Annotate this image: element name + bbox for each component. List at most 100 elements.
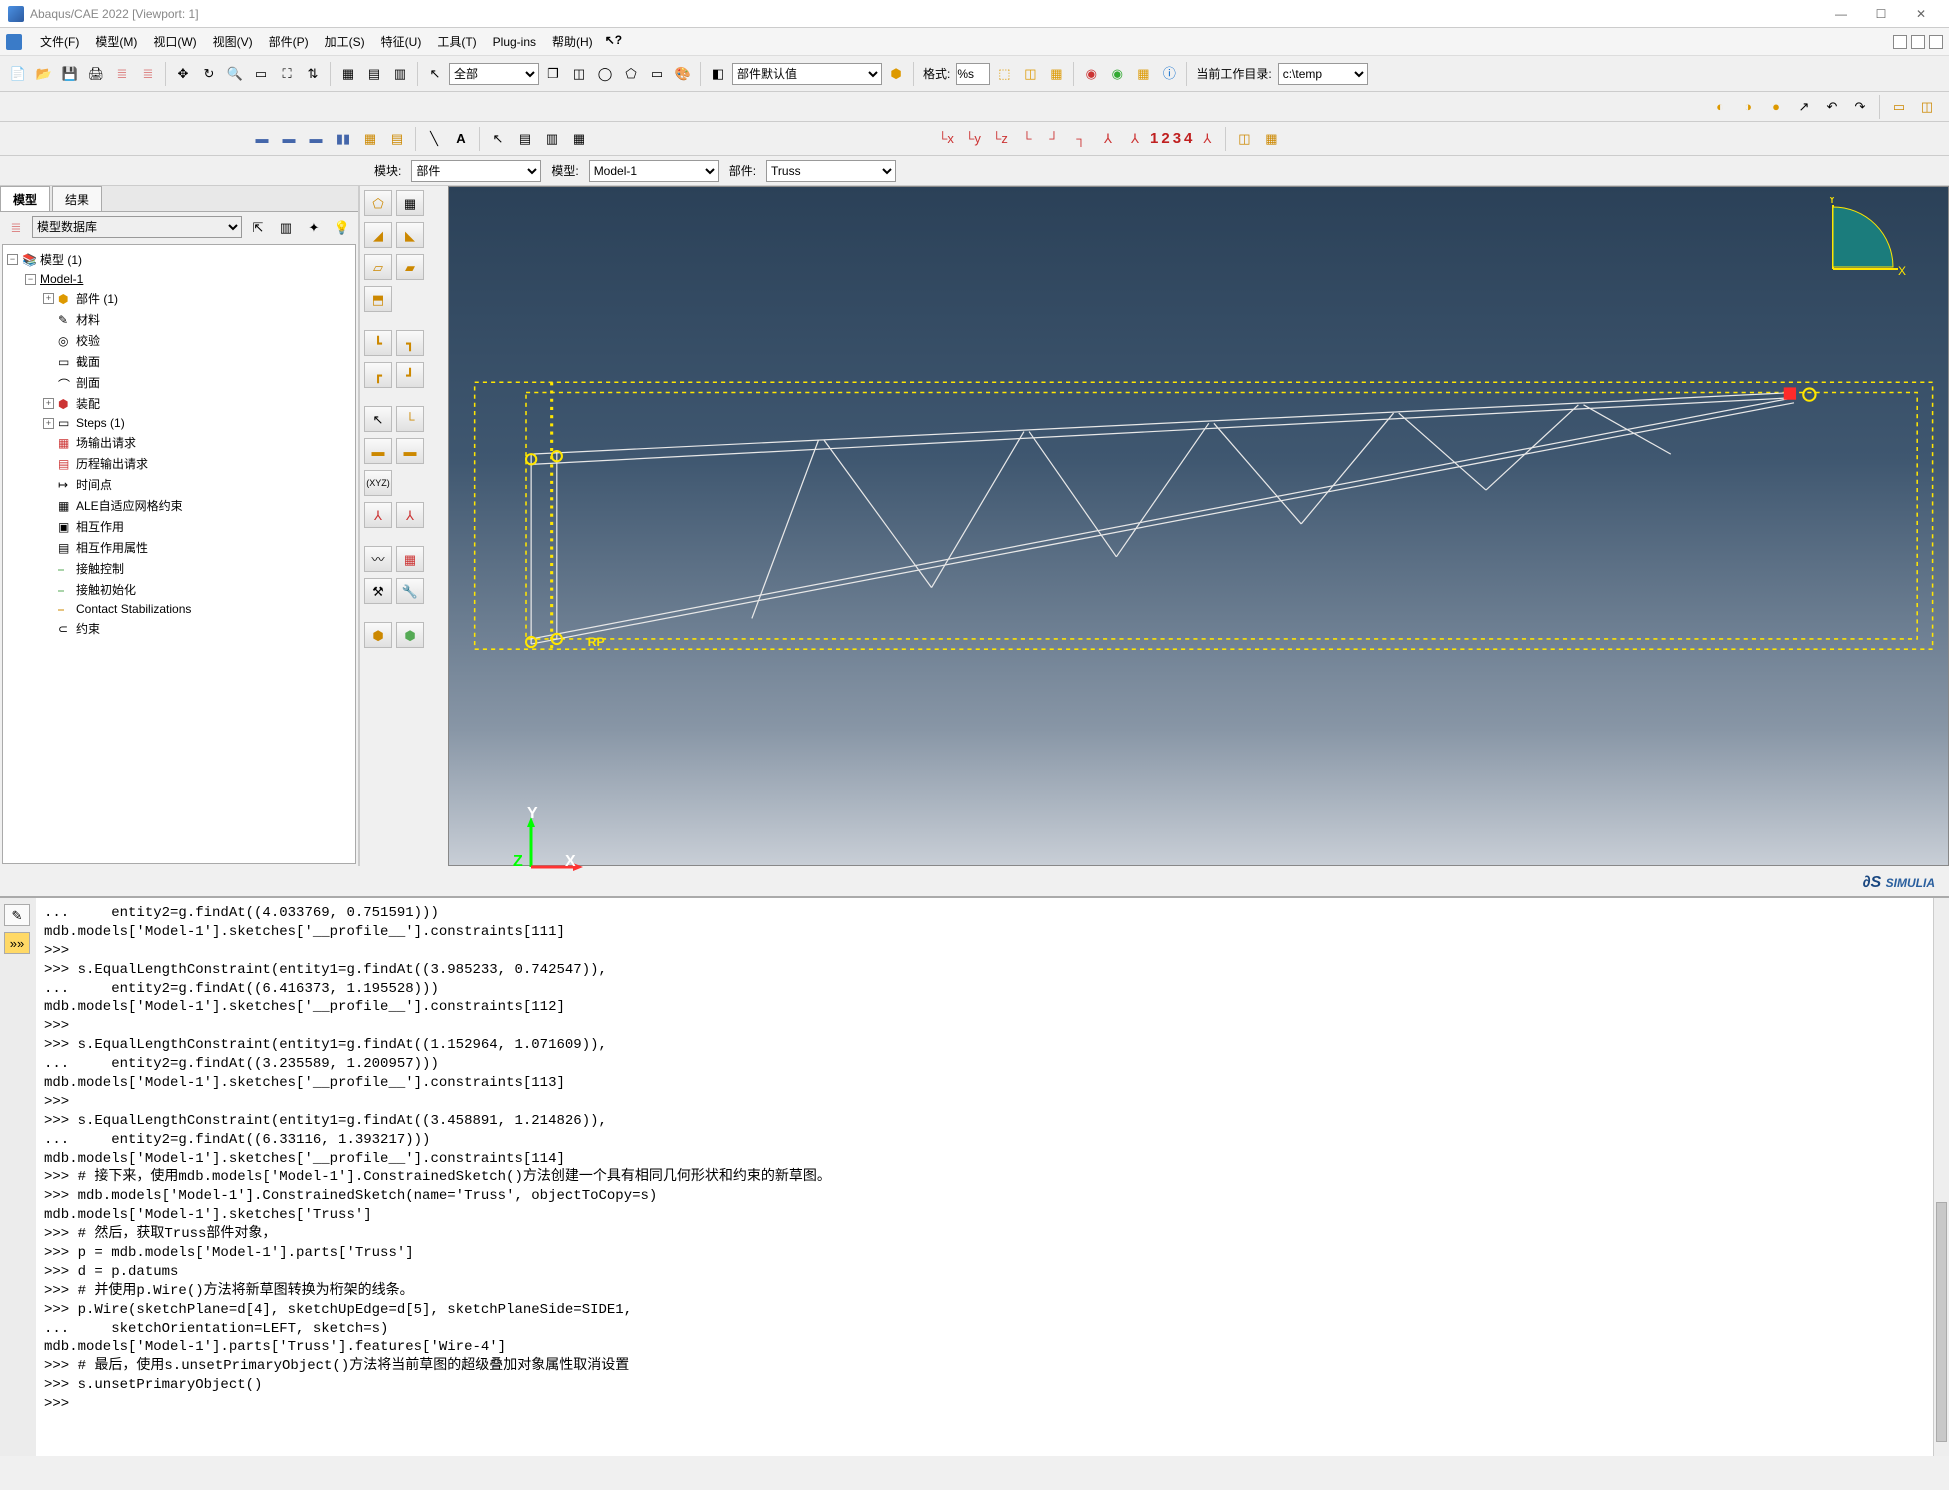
vp-list1-icon[interactable]: ▤: [513, 127, 537, 151]
box2-icon[interactable]: ◫: [1018, 62, 1042, 86]
tool-csys1-icon[interactable]: ⅄: [364, 502, 392, 528]
mdi-close-button[interactable]: [1929, 35, 1943, 49]
box1-icon[interactable]: ⬚: [992, 62, 1016, 86]
tree-root[interactable]: −📚模型 (1): [3, 249, 355, 270]
mdi-restore-button[interactable]: [1911, 35, 1925, 49]
pan-icon[interactable]: ✥: [171, 62, 195, 86]
tool-partedge-icon[interactable]: ┏: [364, 362, 392, 388]
tree-contactctrl[interactable]: ⎯接触控制: [3, 558, 355, 579]
cube-green-icon[interactable]: ◉: [1105, 62, 1129, 86]
model-tree[interactable]: −📚模型 (1) −Model-1 +⬢部件 (1) ✎材料 ◎校验 ▭截面 ⌒…: [2, 244, 356, 864]
console-scrollbar[interactable]: [1933, 898, 1949, 1456]
tree-interaction[interactable]: ▣相互作用: [3, 516, 355, 537]
tool-manager-icon[interactable]: ▦: [396, 190, 424, 216]
tree-assembly[interactable]: +⬢装配: [3, 393, 355, 414]
redo-icon[interactable]: ↷: [1848, 95, 1872, 119]
vp-diag-icon[interactable]: ╲: [422, 127, 446, 151]
autofit-icon[interactable]: ⇅: [301, 62, 325, 86]
csys-3-icon[interactable]: └z: [988, 127, 1012, 151]
tool-corner-icon[interactable]: └: [396, 406, 424, 432]
tool-partcell-icon[interactable]: ┗: [364, 330, 392, 356]
tree-bulb-icon[interactable]: 💡: [330, 215, 354, 239]
open-icon[interactable]: 📂: [32, 62, 56, 86]
tree-histout[interactable]: ▤历程输出请求: [3, 453, 355, 474]
tool-hammer-icon[interactable]: ⚒: [364, 578, 392, 604]
print-icon[interactable]: 🖨: [84, 62, 108, 86]
colorwheel-icon[interactable]: 🎨: [671, 62, 695, 86]
selpoly-icon[interactable]: ⬠: [619, 62, 643, 86]
rotate-icon[interactable]: ↻: [197, 62, 221, 86]
tool-cut-icon[interactable]: ▰: [396, 254, 424, 280]
mdi-min-button[interactable]: [1893, 35, 1907, 49]
viewport[interactable]: RP Y X: [448, 186, 1949, 866]
kbd-mode-icon[interactable]: »»: [4, 932, 30, 954]
tree-calibration[interactable]: ◎校验: [3, 330, 355, 351]
tool-sweep-icon[interactable]: ▱: [364, 254, 392, 280]
tool-extrude-icon[interactable]: ◢: [364, 222, 392, 248]
menu-file[interactable]: 文件(F): [32, 29, 87, 54]
db2-icon[interactable]: ≣: [136, 62, 160, 86]
tool-createpart-icon[interactable]: ⬠: [364, 190, 392, 216]
fit-icon[interactable]: ⛶: [275, 62, 299, 86]
grid2-icon[interactable]: ▤: [362, 62, 386, 86]
block1-icon[interactable]: ◫: [1232, 127, 1256, 151]
tool-m1-icon[interactable]: ▬: [364, 438, 392, 464]
compass-triad[interactable]: Y X: [1828, 197, 1908, 277]
view-3-button[interactable]: 3: [1173, 130, 1181, 147]
tool-m2-icon[interactable]: ▬: [396, 438, 424, 464]
vp-list2-icon[interactable]: ▥: [540, 127, 564, 151]
tree-timepoints[interactable]: ↦时间点: [3, 474, 355, 495]
part-select[interactable]: Truss: [766, 160, 896, 182]
maximize-button[interactable]: ☐: [1861, 2, 1901, 26]
save-icon[interactable]: 💾: [58, 62, 82, 86]
csys-8-icon[interactable]: ⅄: [1123, 127, 1147, 151]
python-console[interactable]: ... entity2=g.findAt((4.033769, 0.751591…: [36, 898, 1933, 1456]
workdir-select[interactable]: c:\temp: [1278, 63, 1368, 85]
layout2-icon[interactable]: ◫: [1915, 95, 1939, 119]
circle-icon[interactable]: ●: [1764, 95, 1788, 119]
menu-help[interactable]: 帮助(H): [544, 29, 601, 54]
menu-view[interactable]: 视图(V): [205, 29, 261, 54]
menu-tools[interactable]: 工具(T): [429, 29, 484, 54]
selcirc-icon[interactable]: ◯: [593, 62, 617, 86]
iso-icon[interactable]: ⬢: [884, 62, 908, 86]
csys-7-icon[interactable]: ⅄: [1096, 127, 1120, 151]
tree-fieldout[interactable]: ▦场输出请求: [3, 432, 355, 453]
tool-mesh-icon[interactable]: ▦: [396, 546, 424, 572]
csys-5-icon[interactable]: ┘: [1042, 127, 1066, 151]
csys-4-icon[interactable]: └: [1015, 127, 1039, 151]
tab-result[interactable]: 结果: [52, 186, 102, 211]
menu-process[interactable]: 加工(S): [317, 29, 373, 54]
cli-mode-icon[interactable]: ✎: [4, 904, 30, 926]
vp-text-icon[interactable]: A: [449, 127, 473, 151]
model-db-select[interactable]: 模型数据库: [32, 216, 242, 238]
box3-icon[interactable]: ▦: [1044, 62, 1068, 86]
vp-d-icon[interactable]: ▮▮: [331, 127, 355, 151]
ellipse1-icon[interactable]: ◐: [1708, 95, 1732, 119]
module-select[interactable]: 部件: [411, 160, 541, 182]
tool-geo1-icon[interactable]: ⬢: [364, 622, 392, 648]
tree-parts[interactable]: +⬢部件 (1): [3, 288, 355, 309]
vp-list3-icon[interactable]: ▦: [567, 127, 591, 151]
whatsthis-icon[interactable]: ↖?: [605, 33, 623, 51]
tree-materials[interactable]: ✎材料: [3, 309, 355, 330]
tree-contactstab[interactable]: ⎯Contact Stabilizations: [3, 600, 355, 618]
tool-revolve-icon[interactable]: ◣: [396, 222, 424, 248]
menu-plugins[interactable]: Plug-ins: [485, 31, 544, 53]
tree-filter-icon[interactable]: ▥: [274, 215, 298, 239]
tool-datum-icon[interactable]: ┛: [396, 362, 424, 388]
tool-pick-icon[interactable]: ↖: [364, 406, 392, 432]
tool-xyz-icon[interactable]: (XYZ): [364, 470, 392, 496]
cursor-icon[interactable]: ↖: [423, 62, 447, 86]
db-icon[interactable]: ≣: [110, 62, 134, 86]
selection-scope-select[interactable]: 全部: [449, 63, 539, 85]
new-icon[interactable]: 📄: [6, 62, 30, 86]
vp-c-icon[interactable]: ▬: [304, 127, 328, 151]
undo-icon[interactable]: ↶: [1820, 95, 1844, 119]
tree-up-icon[interactable]: ⇱: [246, 215, 270, 239]
format-input[interactable]: [956, 63, 990, 85]
vp-a-icon[interactable]: ▬: [250, 127, 274, 151]
zoom-icon[interactable]: 🔍: [223, 62, 247, 86]
tree-wiz-icon[interactable]: ✦: [302, 215, 326, 239]
tool-wrench-icon[interactable]: 🔧: [396, 578, 424, 604]
